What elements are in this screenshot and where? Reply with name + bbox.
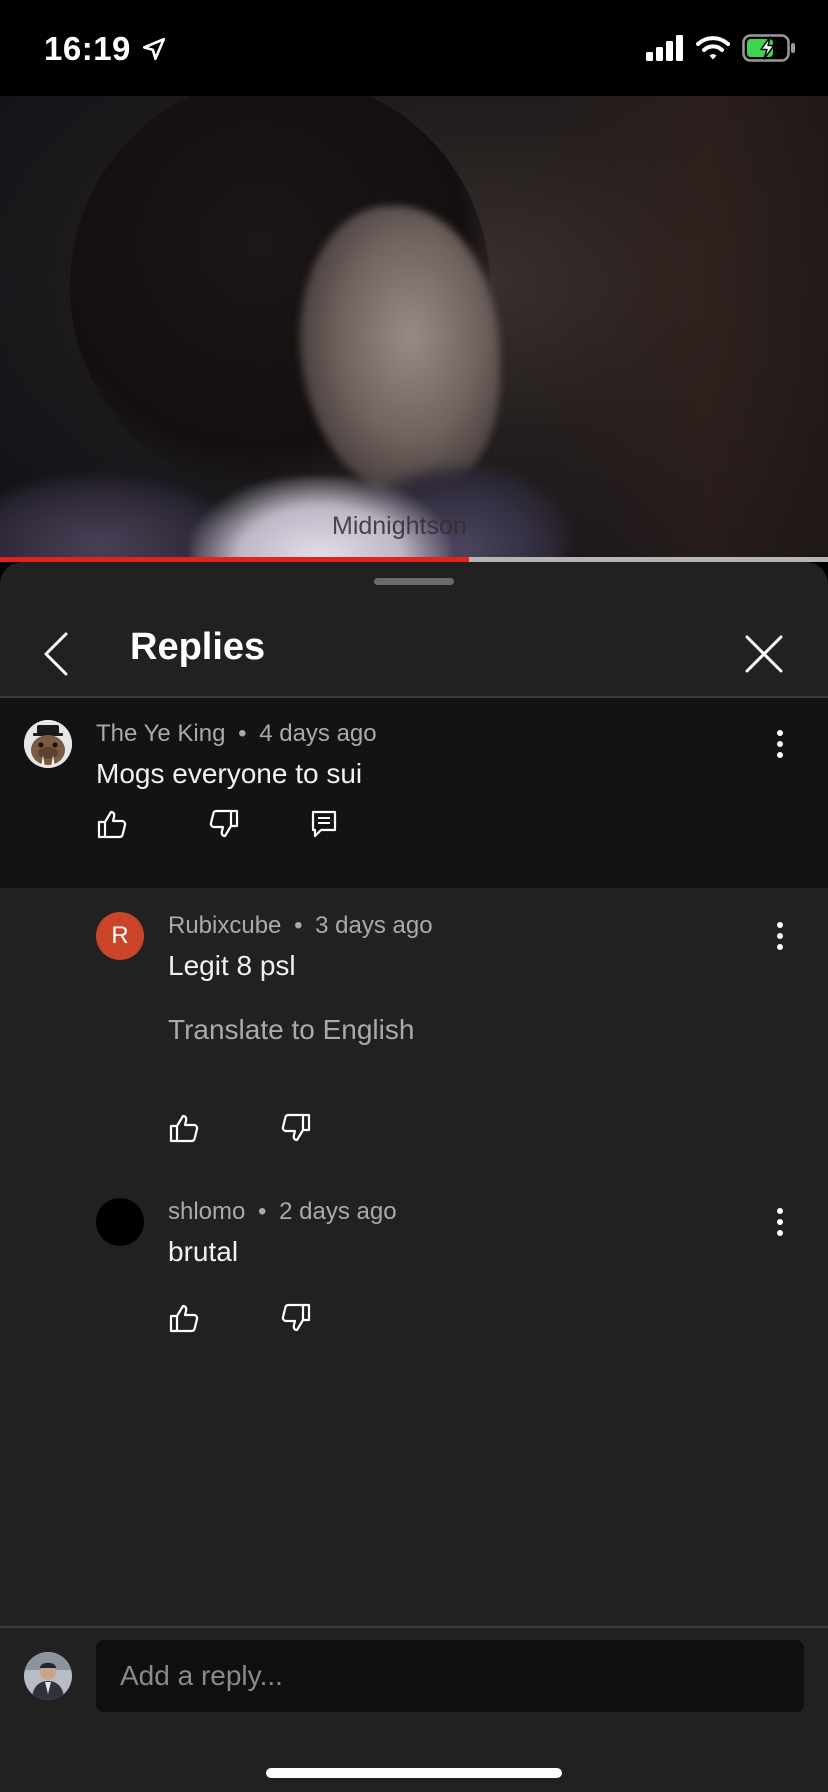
avatar[interactable]	[24, 720, 72, 768]
comment-author[interactable]: The Ye King	[96, 720, 225, 747]
parent-comment: The Ye King • 4 days ago Mogs everyone t…	[0, 698, 828, 888]
comment-meta: The Ye King • 4 days ago	[96, 720, 377, 748]
vertical-dots-icon	[777, 1208, 783, 1236]
reply-button[interactable]	[302, 802, 346, 846]
walrus-avatar	[24, 720, 72, 768]
video-player[interactable]: Midnightson	[0, 96, 828, 558]
like-button[interactable]	[90, 802, 134, 846]
more-options-button[interactable]	[760, 1198, 800, 1246]
dislike-button[interactable]	[202, 802, 246, 846]
more-options-button[interactable]	[760, 720, 800, 768]
reply-age: 2 days ago	[279, 1198, 397, 1225]
reply-meta: Rubixcube • 3 days ago	[168, 912, 433, 940]
thumbs-up-icon	[169, 1114, 199, 1143]
like-button[interactable]	[162, 1296, 206, 1340]
chevron-left-icon	[44, 632, 68, 676]
meta-separator: •	[258, 1198, 267, 1225]
like-button[interactable]	[162, 1106, 206, 1150]
reply-input[interactable]	[96, 1640, 804, 1712]
replies-sheet: Replies The Ye King • 4 days ago Mogs ev…	[0, 562, 828, 1792]
dislike-button[interactable]	[274, 1296, 318, 1340]
reply-bar-divider	[0, 1626, 828, 1628]
avatar[interactable]: R	[96, 912, 144, 960]
vertical-dots-icon	[777, 730, 783, 758]
sheet-title: Replies	[130, 626, 266, 668]
comment-icon	[311, 810, 337, 838]
clock-text: 16:19	[44, 30, 131, 67]
status-icons	[646, 34, 796, 62]
thumbs-up-icon	[97, 810, 127, 839]
reply-meta: shlomo • 2 days ago	[168, 1198, 397, 1226]
vertical-dots-icon	[777, 922, 783, 950]
reply-age: 3 days ago	[315, 912, 433, 939]
close-icon	[745, 635, 783, 673]
video-watermark: Midnightson	[332, 512, 467, 540]
battery-charging-icon	[742, 34, 795, 62]
status-bar: 16:19	[0, 0, 828, 96]
avatar-letter: R	[111, 922, 129, 949]
reply-text: Legit 8 psl	[168, 950, 296, 981]
current-user-avatar[interactable]	[24, 1652, 72, 1700]
thumbs-up-icon	[169, 1304, 199, 1333]
wifi-icon	[696, 36, 730, 60]
user-avatar-icon	[24, 1652, 72, 1700]
video-frame-background	[528, 96, 828, 558]
reply-author[interactable]: shlomo	[168, 1198, 245, 1225]
thumbs-down-icon	[209, 809, 239, 838]
avatar[interactable]	[96, 1198, 144, 1246]
thumbs-down-icon	[281, 1303, 311, 1332]
back-button[interactable]	[28, 618, 84, 690]
reply-author[interactable]: Rubixcube	[168, 912, 281, 939]
translate-link[interactable]: Translate to English	[168, 1014, 414, 1046]
close-button[interactable]	[728, 618, 800, 690]
comment-age: 4 days ago	[259, 720, 377, 747]
cellular-signal-icon	[646, 35, 683, 61]
meta-separator: •	[238, 720, 247, 747]
dislike-button[interactable]	[274, 1106, 318, 1150]
location-arrow-icon	[142, 37, 165, 61]
comment-text: Mogs everyone to sui	[96, 758, 363, 789]
home-indicator	[266, 1768, 562, 1778]
status-time: 16:19	[44, 30, 167, 68]
more-options-button[interactable]	[760, 912, 800, 960]
meta-separator: •	[294, 912, 303, 939]
sheet-header: Replies	[0, 562, 828, 696]
thumbs-down-icon	[281, 1113, 311, 1142]
reply-text: brutal	[168, 1236, 239, 1267]
